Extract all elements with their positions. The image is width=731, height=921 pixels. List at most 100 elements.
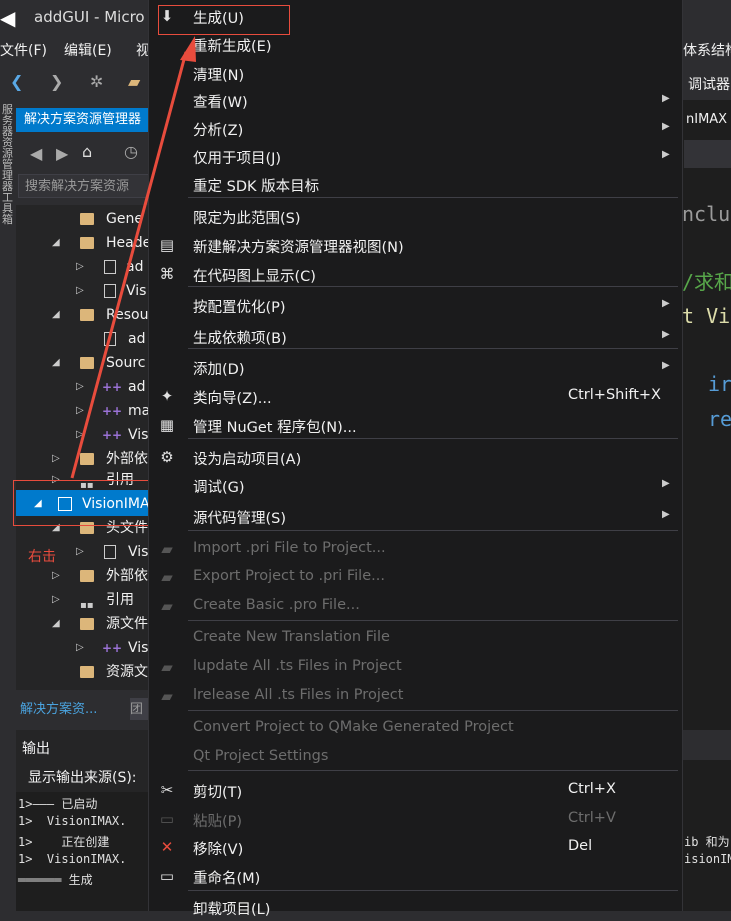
- collapsed-arrow-icon[interactable]: ▷: [52, 588, 60, 612]
- menu-item-label: 卸载项目(L): [193, 902, 271, 918]
- menu-item-label: 按配置优化(P): [193, 300, 286, 316]
- solution-explorer-toolbar: ◀ ▶ ⌂ ◷: [16, 138, 150, 170]
- expanded-arrow-icon[interactable]: ◢: [52, 612, 60, 636]
- menu-architecture[interactable]: 体系结构: [683, 40, 731, 60]
- menu-item[interactable]: ▦ 管理 NuGet 程序包(N)...: [148, 411, 681, 439]
- editor-tab[interactable]: nIMAX: [686, 112, 727, 127]
- menu-item-label: 查看(W): [193, 95, 248, 111]
- home-icon[interactable]: ⌂: [82, 142, 92, 161]
- forward-icon[interactable]: ▶: [56, 144, 68, 163]
- menu-item[interactable]: ▰ lupdate All .ts Files in Project: [148, 653, 681, 681]
- external-deps-icon: [80, 570, 94, 582]
- expanded-arrow-icon[interactable]: ◢: [52, 351, 60, 375]
- collapsed-arrow-icon[interactable]: ▷: [76, 399, 84, 423]
- collapsed-arrow-icon[interactable]: ▷: [52, 564, 60, 588]
- collapsed-arrow-icon[interactable]: ▷: [76, 255, 84, 279]
- menu-item[interactable]: Convert Project to QMake Generated Proje…: [148, 714, 681, 742]
- expanded-arrow-icon[interactable]: ◢: [52, 231, 60, 255]
- menu-item-label: 类向导(Z)...: [193, 391, 272, 407]
- paste-icon: ▭: [159, 810, 175, 828]
- menu-item[interactable]: 调试(G) ▶: [148, 471, 681, 499]
- menu-item[interactable]: ✦ 类向导(Z)... Ctrl+Shift+X: [148, 382, 681, 410]
- code-line: re: [708, 407, 731, 431]
- menu-item[interactable]: ▰ Export Project to .pri File...: [148, 563, 681, 591]
- collapsed-arrow-icon[interactable]: ▷: [76, 375, 84, 399]
- collapsed-arrow-icon[interactable]: ▷: [76, 636, 84, 660]
- output-title: 输出: [22, 741, 50, 757]
- solution-explorer-title: 解决方案资源管理器: [16, 108, 150, 132]
- menu-item[interactable]: ▰ Import .pri File to Project...: [148, 535, 681, 563]
- qt-import-icon: ▰: [161, 540, 173, 558]
- menu-item[interactable]: 查看(W) ▶: [148, 86, 681, 114]
- collapsed-arrow-icon[interactable]: ▷: [76, 540, 84, 564]
- menu-item[interactable]: 按配置优化(P) ▶: [148, 291, 681, 319]
- open-icon[interactable]: ▰: [128, 72, 140, 91]
- new-project-icon[interactable]: ✲: [90, 72, 103, 91]
- annotation-highlight-build: [158, 5, 290, 35]
- history-icon[interactable]: ◷: [124, 142, 138, 161]
- collapsed-arrow-icon[interactable]: ▷: [76, 423, 84, 447]
- code-line: /求和: [682, 270, 731, 294]
- solution-explorer-search[interactable]: 搜索解决方案资源: [18, 174, 150, 198]
- submenu-arrow-icon: ▶: [662, 478, 670, 489]
- debugger-label[interactable]: 调试器: [688, 74, 730, 94]
- expanded-arrow-icon[interactable]: ◢: [52, 303, 60, 327]
- menu-item[interactable]: Qt Project Settings: [148, 743, 681, 771]
- menu-item-label: 源代码管理(S): [193, 511, 287, 527]
- menu-item[interactable]: ▰ lrelease All .ts Files in Project: [148, 682, 681, 710]
- menu-item-shortcut: Ctrl+V: [568, 810, 616, 826]
- menu-item[interactable]: 卸载项目(L): [148, 893, 681, 921]
- code-line: t Vi: [682, 304, 731, 328]
- cpp-file-icon: ++: [102, 641, 123, 655]
- menu-item[interactable]: 重定 SDK 版本目标: [148, 170, 681, 198]
- menu-item[interactable]: 添加(D) ▶: [148, 353, 681, 381]
- submenu-arrow-icon: ▶: [662, 509, 670, 520]
- code-line: ir: [708, 372, 731, 396]
- menu-item[interactable]: 源代码管理(S) ▶: [148, 502, 681, 530]
- menu-item-label: Create Basic .pro File...: [193, 597, 360, 613]
- window-title: addGUI - Micro: [34, 8, 145, 26]
- tab-solution-explorer[interactable]: 解决方案资...: [20, 698, 97, 717]
- menu-item[interactable]: 生成依赖项(B) ▶: [148, 322, 681, 350]
- menu-item-label: Qt Project Settings: [193, 748, 329, 764]
- class-wizard-icon: ✦: [160, 387, 174, 405]
- menu-item[interactable]: 清理(N): [148, 59, 681, 87]
- menu-item-label: Create New Translation File: [193, 629, 390, 645]
- menu-file[interactable]: 文件(F): [0, 40, 47, 60]
- menu-item[interactable]: ▰ Create Basic .pro File...: [148, 592, 681, 620]
- filter-folder-icon: [80, 666, 94, 678]
- menu-item-label: 新建解决方案资源管理器视图(N): [193, 240, 404, 256]
- back-icon[interactable]: ◀: [30, 144, 42, 163]
- menu-item[interactable]: 限定为此范围(S): [148, 202, 681, 230]
- menu-item[interactable]: Create New Translation File: [148, 624, 681, 652]
- back-icon[interactable]: ❮: [10, 72, 23, 91]
- forward-icon[interactable]: ❯: [50, 72, 63, 91]
- menu-item-label: 限定为此范围(S): [193, 211, 301, 227]
- menu-item-label: 剪切(T): [193, 785, 243, 801]
- editor-member-combo[interactable]: [684, 140, 731, 168]
- collapsed-arrow-icon[interactable]: ▷: [76, 279, 84, 303]
- menu-item[interactable]: ▤ 新建解决方案资源管理器视图(N): [148, 231, 681, 259]
- annotation-right-click: 右击: [28, 549, 56, 565]
- menu-item-label: 重定 SDK 版本目标: [193, 179, 320, 195]
- menu-item[interactable]: ✂ 剪切(T) Ctrl+X: [148, 776, 681, 804]
- menu-item-label: lupdate All .ts Files in Project: [193, 658, 402, 674]
- menu-item[interactable]: ▭ 重命名(M): [148, 862, 681, 890]
- menu-item-label: 重新生成(E): [193, 39, 272, 55]
- menu-item[interactable]: ⌘ 在代码图上显示(C): [148, 260, 681, 288]
- submenu-arrow-icon: ▶: [662, 360, 670, 371]
- output-line: 1> 正在创建: [18, 835, 110, 849]
- menu-item[interactable]: 仅用于项目(J) ▶: [148, 142, 681, 170]
- menu-item-shortcut: Del: [568, 838, 593, 854]
- menu-edit[interactable]: 编辑(E): [64, 40, 112, 60]
- menu-item[interactable]: 分析(Z) ▶: [148, 114, 681, 142]
- tab-team[interactable]: 团: [130, 698, 150, 720]
- menu-item-label: 重命名(M): [193, 871, 261, 887]
- menu-item[interactable]: ▭ 粘贴(P) Ctrl+V: [148, 805, 681, 833]
- menu-item-label: Import .pri File to Project...: [193, 540, 386, 556]
- menu-item-label: 添加(D): [193, 362, 245, 378]
- menu-item[interactable]: ✕ 移除(V) Del: [148, 833, 681, 861]
- menu-separator: [188, 530, 678, 531]
- cpp-file-icon: ++: [102, 380, 123, 394]
- menu-item[interactable]: ⚙ 设为启动项目(A): [148, 443, 681, 471]
